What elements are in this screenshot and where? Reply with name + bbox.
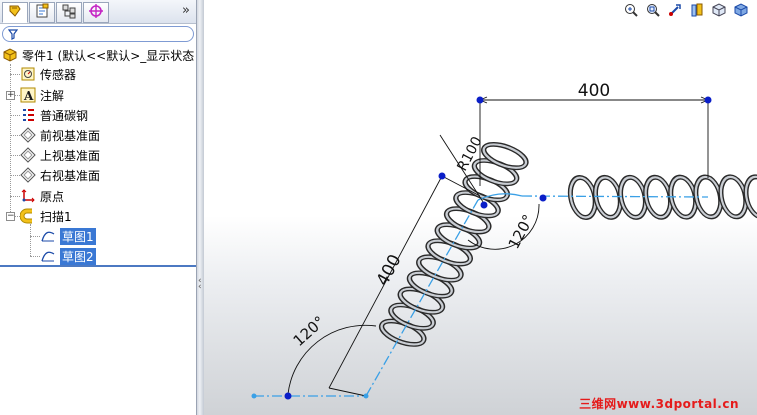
tree-root-label: 零件1 (默认<<默认>_显示状态 (22, 48, 195, 63)
tree-item-label: 右视基准面 (40, 168, 101, 183)
tree-item-label: 传感器 (40, 67, 77, 82)
dimension-point (438, 172, 446, 180)
collapse-toggle[interactable]: − (6, 212, 15, 221)
tree-item-top-plane[interactable]: 上视基准面 (20, 146, 100, 164)
tab-overflow-button[interactable]: » (182, 3, 190, 18)
sketch-icon (40, 228, 56, 244)
tree-connector (30, 224, 31, 256)
dimension-angled-length[interactable]: 400 (373, 251, 406, 289)
tree-item-front-plane[interactable]: 前视基准面 (20, 126, 100, 144)
sketch-icon (40, 248, 56, 264)
dimension-lines (287, 96, 710, 397)
dimension-point (480, 201, 488, 209)
material-icon (20, 107, 36, 123)
panel-tab-bar: » (0, 0, 196, 24)
tree-item-label: 前视基准面 (40, 128, 101, 143)
dimension-base-angle[interactable]: 120° (290, 312, 329, 350)
tree-item-label: 注解 (40, 88, 65, 103)
tree-filter-input[interactable] (2, 26, 194, 42)
configuration-manager-icon (61, 3, 77, 22)
model-viewport[interactable]: 400 400 R100 120° 120° (204, 0, 757, 415)
part-icon (2, 47, 18, 63)
propertymanager-tab[interactable] (29, 2, 55, 23)
plane-icon (20, 147, 36, 163)
featuremanager-tab[interactable] (2, 2, 28, 23)
dimension-bend-angle[interactable]: 120° (505, 212, 538, 252)
tree-item-material[interactable]: 普通碳钢 (20, 106, 88, 124)
site-watermark: 三维网www.3dportal.cn (579, 397, 739, 411)
tree-item-sweep[interactable]: 扫描1 (20, 207, 72, 225)
tree-item-label: 扫描1 (40, 209, 72, 224)
sweep-icon (20, 208, 36, 224)
annotation-icon: A (20, 87, 36, 103)
filter-icon (7, 28, 19, 43)
sweep-path (254, 193, 709, 397)
svg-text:A: A (23, 89, 34, 103)
tree-item-annotations[interactable]: A 注解 (20, 86, 64, 104)
crosshair-target-icon (88, 3, 104, 22)
spring-coils (378, 142, 757, 347)
tree-item-sketch2[interactable]: 草图2 (40, 247, 96, 265)
collapse-arrow-icon[interactable]: ‹ ‹ (198, 277, 202, 292)
dimension-point (704, 96, 712, 104)
tree-connector (10, 64, 11, 216)
tree-item-label: 原点 (40, 189, 65, 204)
tree-item-origin[interactable]: 原点 (20, 187, 64, 205)
tree-item-label: 普通碳钢 (40, 108, 89, 123)
property-manager-icon (34, 3, 50, 22)
expand-toggle[interactable]: + (6, 91, 15, 100)
graphics-area[interactable]: 400 400 R100 120° 120° 三维网www.3dportal.c… (204, 0, 757, 415)
tree-item-label: 上视基准面 (40, 148, 101, 163)
panel-splitter[interactable]: ‹ ‹ (196, 0, 204, 415)
dimension-radius[interactable]: R100 (454, 134, 485, 174)
tree-item-label: 草图2 (60, 247, 96, 265)
feature-tree-icon (7, 3, 23, 22)
tree-root-part[interactable]: 零件1 (默认<<默认>_显示状态 (2, 46, 194, 64)
plane-icon (20, 127, 36, 143)
tree-item-sketch1[interactable]: 草图1 (40, 227, 96, 245)
tree-item-right-plane[interactable]: 右视基准面 (20, 166, 100, 184)
dimension-point (284, 392, 292, 400)
sensor-icon (20, 66, 36, 82)
panel-divider (0, 265, 196, 267)
dimension-top-length[interactable]: 400 (578, 81, 610, 101)
plane-icon (20, 167, 36, 183)
origin-icon (20, 188, 36, 204)
dimension-point (539, 194, 547, 202)
dimxpert-tab[interactable] (83, 2, 109, 23)
tree-item-label: 草图1 (60, 227, 96, 245)
feature-manager-panel: » 零件1 (默认<<默认>_显示状态 传感器 + A 注解 普通碳钢 前视基准… (0, 0, 196, 415)
configuration-tab[interactable] (56, 2, 82, 23)
dimension-points (284, 96, 712, 400)
tree-item-sensors[interactable]: 传感器 (20, 65, 76, 83)
dimension-point (476, 96, 484, 104)
